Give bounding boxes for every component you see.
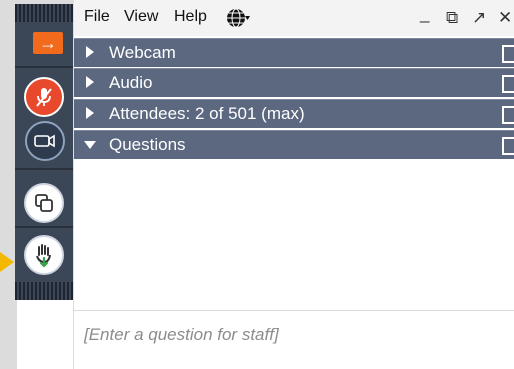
camera-button[interactable] — [25, 121, 65, 161]
section-label: Attendees: 2 of 501 (max) — [109, 104, 305, 123]
screen-share-button[interactable] — [24, 183, 64, 223]
popout-icon[interactable] — [502, 75, 514, 93]
strip-divider — [15, 66, 73, 68]
strip-footer — [17, 300, 73, 369]
expand-arrow-icon — [86, 76, 94, 88]
collapse-arrow-icon — [84, 141, 96, 149]
section-label: Audio — [109, 73, 153, 92]
question-input[interactable] — [82, 320, 506, 350]
section-label: Questions — [109, 135, 186, 154]
menu-file[interactable]: File — [84, 8, 110, 26]
menu-view[interactable]: View — [124, 8, 158, 26]
camera-icon — [34, 134, 55, 148]
pointer-arrow-icon — [0, 252, 14, 272]
menu-help[interactable]: Help — [174, 8, 207, 26]
popout-icon[interactable] — [502, 45, 514, 63]
minimize-button[interactable]: _ — [420, 4, 429, 24]
microphone-button[interactable] — [24, 77, 64, 117]
microphone-muted-icon — [36, 88, 52, 107]
globe-dropdown-icon[interactable] — [226, 7, 250, 29]
popout-icon[interactable] — [502, 106, 514, 124]
section-label: Webcam — [109, 43, 176, 62]
control-panel: File View Help _ ⧉ ↗ ✕ Webcam Audio Atte… — [74, 0, 514, 369]
questions-divider — [74, 310, 514, 311]
raise-hand-icon — [36, 244, 51, 267]
strip-grip-bottom[interactable] — [15, 282, 73, 300]
section-attendees[interactable]: Attendees: 2 of 501 (max) — [74, 99, 514, 128]
arrow-icon: → — [39, 32, 57, 53]
restore-button[interactable]: ⧉ — [446, 8, 458, 28]
control-strip: → — [15, 4, 73, 300]
raise-hand-button[interactable] — [24, 235, 64, 275]
menu-bar: File View Help _ ⧉ ↗ ✕ — [74, 0, 514, 36]
popout-button[interactable]: ↗ — [472, 8, 486, 28]
popout-icon[interactable] — [502, 137, 514, 155]
screen-share-icon — [35, 194, 53, 212]
section-audio[interactable]: Audio — [74, 68, 514, 97]
strip-divider — [15, 168, 73, 170]
expand-arrow-icon — [86, 107, 94, 119]
section-questions[interactable]: Questions — [74, 130, 514, 159]
section-webcam[interactable]: Webcam — [74, 38, 514, 67]
strip-grip-top[interactable] — [15, 4, 73, 22]
close-button[interactable]: ✕ — [498, 8, 512, 28]
strip-divider — [15, 226, 73, 228]
expand-arrow-icon — [86, 46, 94, 58]
questions-log — [74, 159, 514, 309]
collapse-panel-button[interactable]: → — [33, 32, 63, 54]
